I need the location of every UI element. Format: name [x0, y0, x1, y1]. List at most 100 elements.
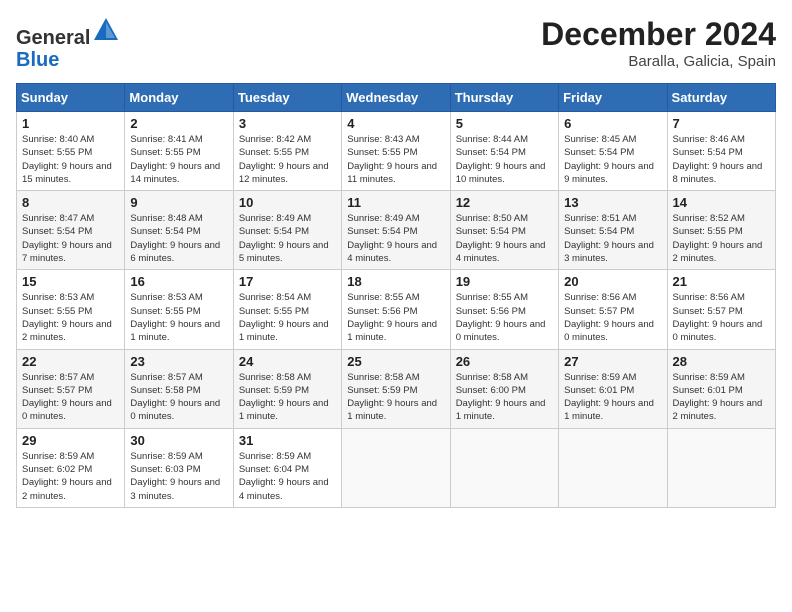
column-header-sunday: Sunday [17, 84, 125, 112]
day-info: Sunrise: 8:53 AM Sunset: 5:55 PM Dayligh… [22, 291, 119, 344]
day-number: 14 [673, 195, 770, 210]
calendar-cell: 13Sunrise: 8:51 AM Sunset: 5:54 PM Dayli… [559, 191, 667, 270]
day-info: Sunrise: 8:49 AM Sunset: 5:54 PM Dayligh… [239, 212, 336, 265]
calendar-cell: 15 Sunrise: 8:53 AM Sunset: 5:55 PM Dayli… [17, 270, 125, 349]
day-number: 21 [673, 274, 770, 289]
day-number: 10 [239, 195, 336, 210]
calendar-week-4: 22Sunrise: 8:57 AM Sunset: 5:57 PM Dayli… [17, 349, 776, 428]
day-info: Sunrise: 8:49 AM Sunset: 5:54 PM Dayligh… [347, 212, 444, 265]
calendar-cell: 20 Sunrise: 8:56 AM Sunset: 5:57 PM Dayli… [559, 270, 667, 349]
calendar-cell: 11 Sunrise: 8:49 AM Sunset: 5:54 PM Dayli… [342, 191, 450, 270]
column-header-monday: Monday [125, 84, 233, 112]
day-number: 26 [456, 354, 553, 369]
calendar-body: 1Sunrise: 8:40 AM Sunset: 5:55 PM Daylig… [17, 112, 776, 508]
day-info: Sunrise: 8:57 AM Sunset: 5:57 PM Dayligh… [22, 371, 119, 424]
day-number: 27 [564, 354, 661, 369]
day-info: Sunrise: 8:42 AM Sunset: 5:55 PM Dayligh… [239, 133, 336, 186]
calendar-cell: 16 Sunrise: 8:53 AM Sunset: 5:55 PM Dayli… [125, 270, 233, 349]
day-number: 29 [22, 433, 119, 448]
day-info: Sunrise: 8:57 AM Sunset: 5:58 PM Dayligh… [130, 371, 227, 424]
day-number: 25 [347, 354, 444, 369]
day-info: Sunrise: 8:41 AM Sunset: 5:55 PM Dayligh… [130, 133, 227, 186]
calendar-cell: 30 Sunrise: 8:59 AM Sunset: 6:03 PM Dayli… [125, 428, 233, 507]
day-number: 28 [673, 354, 770, 369]
calendar-cell: 9Sunrise: 8:48 AM Sunset: 5:54 PM Daylig… [125, 191, 233, 270]
day-info: Sunrise: 8:59 AM Sunset: 6:03 PM Dayligh… [130, 450, 227, 503]
day-info: Sunrise: 8:53 AM Sunset: 5:55 PM Dayligh… [130, 291, 227, 344]
day-number: 18 [347, 274, 444, 289]
day-info: Sunrise: 8:44 AM Sunset: 5:54 PM Dayligh… [456, 133, 553, 186]
logo-general: General [16, 27, 90, 49]
day-number: 31 [239, 433, 336, 448]
day-info: Sunrise: 8:48 AM Sunset: 5:54 PM Dayligh… [130, 212, 227, 265]
page-header: General Blue December 2024 Baralla, Gali… [16, 16, 776, 71]
calendar-cell: 14Sunrise: 8:52 AM Sunset: 5:55 PM Dayli… [667, 191, 775, 270]
day-info: Sunrise: 8:59 AM Sunset: 6:04 PM Dayligh… [239, 450, 336, 503]
calendar-cell: 17 Sunrise: 8:54 AM Sunset: 5:55 PM Dayli… [233, 270, 341, 349]
day-number: 6 [564, 116, 661, 131]
calendar-cell: 6 Sunrise: 8:45 AM Sunset: 5:54 PM Daylig… [559, 112, 667, 191]
day-info: Sunrise: 8:54 AM Sunset: 5:55 PM Dayligh… [239, 291, 336, 344]
day-number: 23 [130, 354, 227, 369]
day-info: Sunrise: 8:58 AM Sunset: 5:59 PM Dayligh… [347, 371, 444, 424]
calendar-cell: 4 Sunrise: 8:43 AM Sunset: 5:55 PM Daylig… [342, 112, 450, 191]
calendar-cell: 8 Sunrise: 8:47 AM Sunset: 5:54 PM Daylig… [17, 191, 125, 270]
day-number: 15 [22, 274, 119, 289]
calendar-cell: 1Sunrise: 8:40 AM Sunset: 5:55 PM Daylig… [17, 112, 125, 191]
title-block: December 2024 Baralla, Galicia, Spain [541, 16, 776, 70]
day-info: Sunrise: 8:58 AM Sunset: 5:59 PM Dayligh… [239, 371, 336, 424]
calendar-cell: 31 Sunrise: 8:59 AM Sunset: 6:04 PM Dayli… [233, 428, 341, 507]
calendar-cell [450, 428, 558, 507]
calendar-cell: 22Sunrise: 8:57 AM Sunset: 5:57 PM Dayli… [17, 349, 125, 428]
day-info: Sunrise: 8:59 AM Sunset: 6:01 PM Dayligh… [564, 371, 661, 424]
day-number: 2 [130, 116, 227, 131]
day-number: 30 [130, 433, 227, 448]
calendar-cell: 12 Sunrise: 8:50 AM Sunset: 5:54 PM Dayli… [450, 191, 558, 270]
day-info: Sunrise: 8:47 AM Sunset: 5:54 PM Dayligh… [22, 212, 119, 265]
calendar-cell [342, 428, 450, 507]
day-info: Sunrise: 8:40 AM Sunset: 5:55 PM Dayligh… [22, 133, 119, 186]
day-number: 8 [22, 195, 119, 210]
calendar-table: SundayMondayTuesdayWednesdayThursdayFrid… [16, 83, 776, 508]
calendar-header: SundayMondayTuesdayWednesdayThursdayFrid… [17, 84, 776, 112]
day-number: 13 [564, 195, 661, 210]
calendar-cell [667, 428, 775, 507]
day-info: Sunrise: 8:58 AM Sunset: 6:00 PM Dayligh… [456, 371, 553, 424]
logo: General Blue [16, 16, 120, 71]
column-header-tuesday: Tuesday [233, 84, 341, 112]
calendar-cell: 10 Sunrise: 8:49 AM Sunset: 5:54 PM Dayli… [233, 191, 341, 270]
column-header-wednesday: Wednesday [342, 84, 450, 112]
logo-icon [92, 16, 120, 44]
day-number: 12 [456, 195, 553, 210]
calendar-cell: 29 Sunrise: 8:59 AM Sunset: 6:02 PM Dayli… [17, 428, 125, 507]
day-number: 16 [130, 274, 227, 289]
calendar-cell: 18 Sunrise: 8:55 AM Sunset: 5:56 PM Dayli… [342, 270, 450, 349]
calendar-cell: 28Sunrise: 8:59 AM Sunset: 6:01 PM Dayli… [667, 349, 775, 428]
day-number: 20 [564, 274, 661, 289]
calendar-cell: 5 Sunrise: 8:44 AM Sunset: 5:54 PM Daylig… [450, 112, 558, 191]
day-info: Sunrise: 8:45 AM Sunset: 5:54 PM Dayligh… [564, 133, 661, 186]
column-header-friday: Friday [559, 84, 667, 112]
day-number: 7 [673, 116, 770, 131]
calendar-header-row: SundayMondayTuesdayWednesdayThursdayFrid… [17, 84, 776, 112]
day-number: 4 [347, 116, 444, 131]
day-number: 17 [239, 274, 336, 289]
calendar-cell: 24Sunrise: 8:58 AM Sunset: 5:59 PM Dayli… [233, 349, 341, 428]
day-number: 5 [456, 116, 553, 131]
day-info: Sunrise: 8:55 AM Sunset: 5:56 PM Dayligh… [347, 291, 444, 344]
calendar-week-1: 1Sunrise: 8:40 AM Sunset: 5:55 PM Daylig… [17, 112, 776, 191]
day-info: Sunrise: 8:59 AM Sunset: 6:02 PM Dayligh… [22, 450, 119, 503]
main-title: December 2024 [541, 16, 776, 53]
day-info: Sunrise: 8:43 AM Sunset: 5:55 PM Dayligh… [347, 133, 444, 186]
calendar-cell: 25 Sunrise: 8:58 AM Sunset: 5:59 PM Dayli… [342, 349, 450, 428]
calendar-week-5: 29 Sunrise: 8:59 AM Sunset: 6:02 PM Dayli… [17, 428, 776, 507]
logo-blue: Blue [16, 49, 59, 71]
calendar-week-2: 8 Sunrise: 8:47 AM Sunset: 5:54 PM Daylig… [17, 191, 776, 270]
column-header-saturday: Saturday [667, 84, 775, 112]
day-info: Sunrise: 8:50 AM Sunset: 5:54 PM Dayligh… [456, 212, 553, 265]
day-number: 11 [347, 195, 444, 210]
day-info: Sunrise: 8:56 AM Sunset: 5:57 PM Dayligh… [564, 291, 661, 344]
calendar-cell: 21Sunrise: 8:56 AM Sunset: 5:57 PM Dayli… [667, 270, 775, 349]
calendar-cell: 26 Sunrise: 8:58 AM Sunset: 6:00 PM Dayli… [450, 349, 558, 428]
day-info: Sunrise: 8:55 AM Sunset: 5:56 PM Dayligh… [456, 291, 553, 344]
